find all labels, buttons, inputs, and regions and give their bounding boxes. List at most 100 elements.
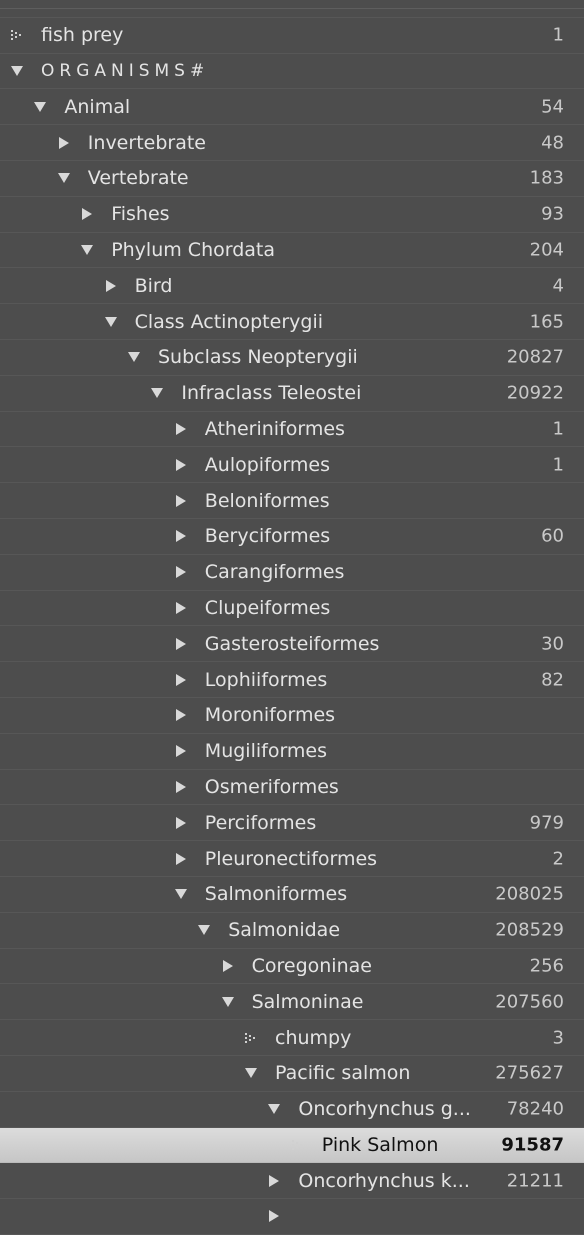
tree-row[interactable]: Beloniformes [0,483,584,519]
tree-row[interactable]: Bird 4 [0,268,584,305]
tree-row-label: Gasterosteiformes [204,632,380,655]
expanded-triangle-icon[interactable] [57,171,71,185]
collapsed-triangle-icon[interactable] [104,279,118,293]
tree-row[interactable]: Invertebrate 48 [0,125,584,161]
expanded-triangle-icon[interactable] [80,243,94,257]
tree-row-count: 91587 [501,1134,564,1156]
tree-row[interactable]: Vertebrate 183 [0,161,584,197]
tree-row[interactable]: Infraclass Teleostei 20922 [0,376,584,412]
tree-row-label: Atheriniformes [204,417,345,440]
tree-row[interactable]: Salmoninae 207560 [0,984,584,1021]
expanded-triangle-icon[interactable] [33,100,47,114]
tree-row[interactable]: Salmoniformes 208025 [0,877,584,913]
tree-row[interactable]: Beryciformes 60 [0,519,584,555]
collapsed-triangle-icon[interactable] [80,207,94,221]
tree-row-label: Aulopiformes [204,453,330,476]
tree-row[interactable]: chumpy 3 [0,1020,584,1056]
tree-row-label: Osmeriformes [204,775,339,798]
tree-row[interactable]: Animal 54 [0,89,584,126]
tree-row-count: 208529 [495,919,564,941]
tree-row-label: Clupeiformes [204,596,331,619]
expanded-triangle-icon[interactable] [127,350,141,364]
collapsed-triangle-icon[interactable] [174,637,188,651]
tree-row[interactable]: Moroniformes [0,698,584,734]
collapsed-triangle-icon[interactable] [174,708,188,722]
tree-row[interactable]: Fishes 93 [0,197,584,233]
expanded-triangle-icon[interactable] [244,1066,258,1080]
collapsed-triangle-icon[interactable] [174,422,188,436]
tree-row[interactable]: Oncorhynchus g... 78240 [0,1092,584,1128]
expanded-triangle-icon[interactable] [221,995,235,1009]
collapsed-triangle-icon[interactable] [174,601,188,615]
tree-row-label: chumpy [275,1026,352,1049]
tree-row-label: Oncorhynchus k... [298,1169,470,1192]
expanded-triangle-icon[interactable] [174,887,188,901]
collapsed-triangle-icon[interactable] [174,494,188,508]
top-divider [0,0,584,9]
collapsed-triangle-icon[interactable] [221,959,235,973]
tree-row[interactable]: Atheriniformes 1 [0,412,584,448]
tree-row[interactable]: Subclass Neopterygii 20827 [0,340,584,376]
collapsed-triangle-icon[interactable] [174,852,188,866]
tree-row[interactable]: Pacific salmon 275627 [0,1056,584,1092]
tree-row[interactable]: Phylum Chordata 204 [0,233,584,269]
tree-row-count: 3 [552,1027,564,1048]
tree-row[interactable]: Osmeriformes [0,770,584,806]
tree-row-label: Pacific salmon [275,1062,411,1085]
collapsed-triangle-icon[interactable] [174,816,188,830]
tree-row-count: 207560 [495,991,564,1013]
tree-row-count: 21211 [506,1170,564,1192]
expanded-triangle-icon[interactable] [150,386,164,400]
tree-row[interactable]: Carangiformes [0,555,584,591]
tree-row-label: Moroniformes [204,704,336,727]
tree-row-label: Pleuronectiformes [204,847,378,870]
expanded-triangle-icon[interactable] [197,923,211,937]
tree-row[interactable]: Oncorhynchus k... 21211 [0,1163,584,1200]
collapsed-triangle-icon[interactable] [174,744,188,758]
tree-row-label: Oncorhynchus g... [298,1098,471,1121]
tree-row-label: Lophiiformes [204,668,328,691]
tree-row-label: Vertebrate [87,167,189,190]
tree-row-count: 208025 [495,883,564,905]
tree-row-count: 1 [552,24,564,46]
tree-row-label: Beryciformes [204,525,331,548]
tree-row-count: 30 [541,633,564,655]
tree-row-label: ORGANISMS# [41,60,210,81]
tree-row-label: Pink Salmon [321,1133,439,1156]
tree-row[interactable]: ORGANISMS# [0,54,584,90]
collapsed-triangle-icon[interactable] [267,1174,281,1188]
tree-row[interactable]: fish prey 1 [0,18,584,54]
collapsed-triangle-icon[interactable] [174,780,188,794]
tree-row[interactable]: Aulopiformes 1 [0,447,584,484]
tree-row[interactable]: Pink Salmon 91587 [0,1127,584,1164]
expanded-triangle-icon[interactable] [267,1102,281,1116]
tree-row[interactable] [0,1199,584,1235]
tree-row[interactable]: Clupeiformes [0,591,584,627]
tree-row[interactable]: Mugiliformes [0,734,584,770]
tree-row[interactable]: Pleuronectiformes 2 [0,841,584,877]
tree-row-label: Perciformes [204,811,317,834]
collapsed-triangle-icon[interactable] [174,673,188,687]
tree-row-count: 256 [529,955,564,977]
tree-row[interactable]: Coregoninae 256 [0,949,584,985]
expanded-triangle-icon[interactable] [104,315,118,329]
tree-row-count: 82 [541,669,564,691]
collapsed-triangle-icon[interactable] [267,1209,281,1223]
tree-row[interactable]: Class Actinopterygii 165 [0,304,584,340]
collapsed-triangle-icon[interactable] [57,136,71,150]
tree-row[interactable]: Lophiiformes 82 [0,662,584,698]
keyword-set-icon [244,1031,258,1045]
tree-row[interactable]: Perciformes 979 [0,805,584,842]
tree-row-count: 20922 [506,382,564,404]
tree-row[interactable]: Gasterosteiformes 30 [0,626,584,663]
tree-row-label: Invertebrate [87,131,206,154]
collapsed-triangle-icon[interactable] [174,529,188,543]
expanded-triangle-icon[interactable] [10,64,24,78]
keyword-set-icon [10,28,24,42]
collapsed-triangle-icon[interactable] [174,458,188,472]
tree-row[interactable]: Salmonidae 208529 [0,913,584,949]
tree-row-label: Phylum Chordata [111,238,276,261]
tree-row-count: 979 [529,812,564,834]
collapsed-triangle-icon[interactable] [174,565,188,579]
tree-row-label: Animal [64,95,131,118]
